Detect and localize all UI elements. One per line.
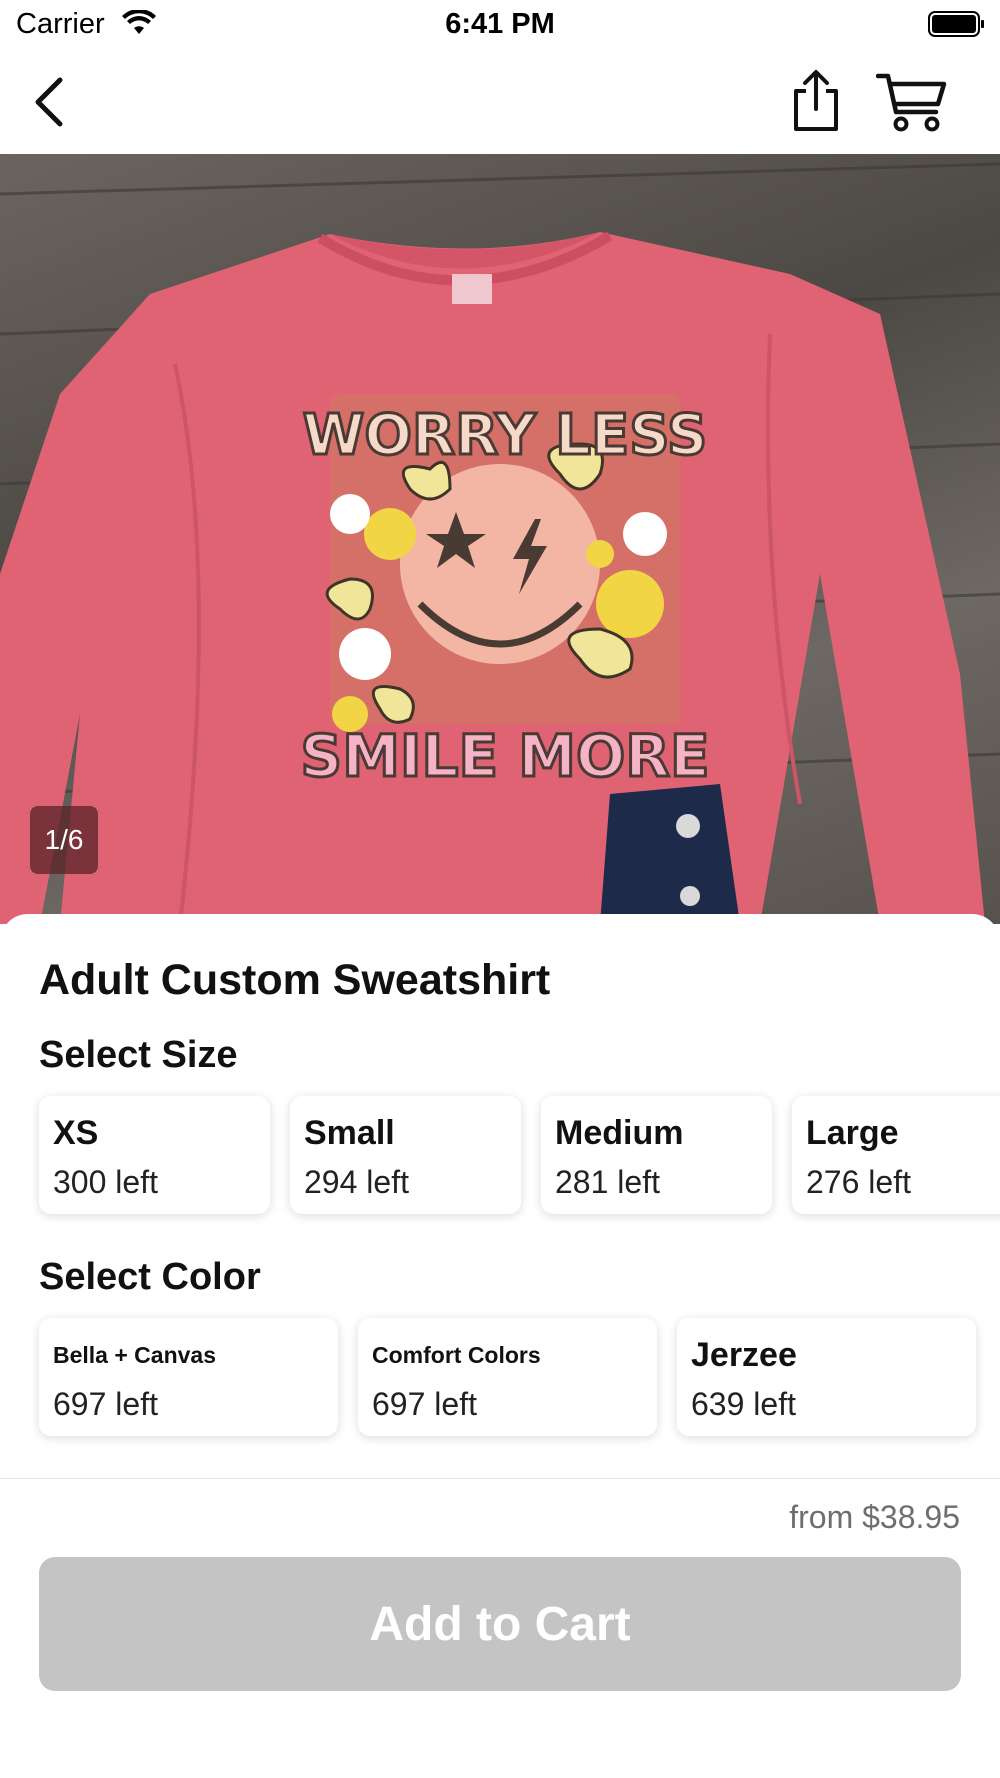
size-name: Medium	[555, 1114, 684, 1152]
purchase-footer: from $38.95 Add to Cart	[0, 1478, 1000, 1778]
chevron-left-icon	[35, 77, 63, 127]
size-name: Large	[806, 1114, 899, 1152]
color-option-jerzee[interactable]: Jerzee 639 left	[677, 1318, 976, 1436]
cart-button[interactable]	[872, 68, 952, 138]
product-info-sheet: Adult Custom Sweatshirt Select Size XS 3…	[0, 914, 1000, 1474]
select-color-heading: Select Color	[39, 1256, 261, 1298]
size-option-large[interactable]: Large 276 left	[792, 1096, 1000, 1214]
color-name: Comfort Colors	[372, 1342, 541, 1368]
share-button[interactable]	[786, 66, 846, 136]
color-name: Jerzee	[691, 1336, 797, 1374]
product-detail-screen: Carrier 6:41 PM WORRY LESS SMILE MORE 1/…	[0, 0, 1000, 1778]
cart-icon	[876, 73, 947, 132]
image-counter-badge: 1/6	[30, 806, 98, 874]
size-option-xs[interactable]: XS 300 left	[39, 1096, 270, 1214]
size-options: XS 300 left Small 294 left Medium 281 le…	[39, 1096, 1000, 1214]
color-name: Bella + Canvas	[53, 1342, 217, 1368]
color-stock: 639 left	[691, 1386, 796, 1422]
size-stock: 300 left	[53, 1164, 158, 1200]
size-stock: 281 left	[555, 1164, 660, 1200]
size-stock: 294 left	[304, 1164, 409, 1200]
color-option-bella-canvas[interactable]: Bella + Canvas 697 left	[39, 1318, 338, 1436]
back-button[interactable]	[20, 72, 80, 132]
size-option-medium[interactable]: Medium 281 left	[541, 1096, 772, 1214]
status-bar: Carrier 6:41 PM	[0, 0, 1000, 52]
print-text-bottom: SMILE MORE	[300, 722, 709, 790]
price-label: from $38.95	[789, 1499, 960, 1535]
size-name: Small	[304, 1114, 395, 1152]
add-to-cart-button[interactable]: Add to Cart	[39, 1557, 961, 1691]
size-option-small[interactable]: Small 294 left	[290, 1096, 521, 1214]
size-name: XS	[53, 1114, 99, 1152]
color-stock: 697 left	[372, 1386, 477, 1422]
navigation-bar	[0, 52, 1000, 154]
color-options: Bella + Canvas 697 left Comfort Colors 6…	[39, 1318, 976, 1436]
product-image-gallery[interactable]: WORRY LESS SMILE MORE 1/6	[0, 154, 1000, 924]
size-stock: 276 left	[806, 1164, 911, 1200]
share-icon	[794, 70, 838, 131]
product-title: Adult Custom Sweatshirt	[39, 956, 551, 1004]
product-photo: WORRY LESS SMILE MORE	[0, 162, 1000, 924]
color-stock: 697 left	[53, 1386, 158, 1422]
color-option-comfort-colors[interactable]: Comfort Colors 697 left	[358, 1318, 657, 1436]
battery-icon	[928, 10, 986, 43]
print-text-top: WORRY LESS	[303, 403, 708, 468]
select-size-heading: Select Size	[39, 1034, 238, 1076]
clock: 6:41 PM	[445, 8, 555, 40]
